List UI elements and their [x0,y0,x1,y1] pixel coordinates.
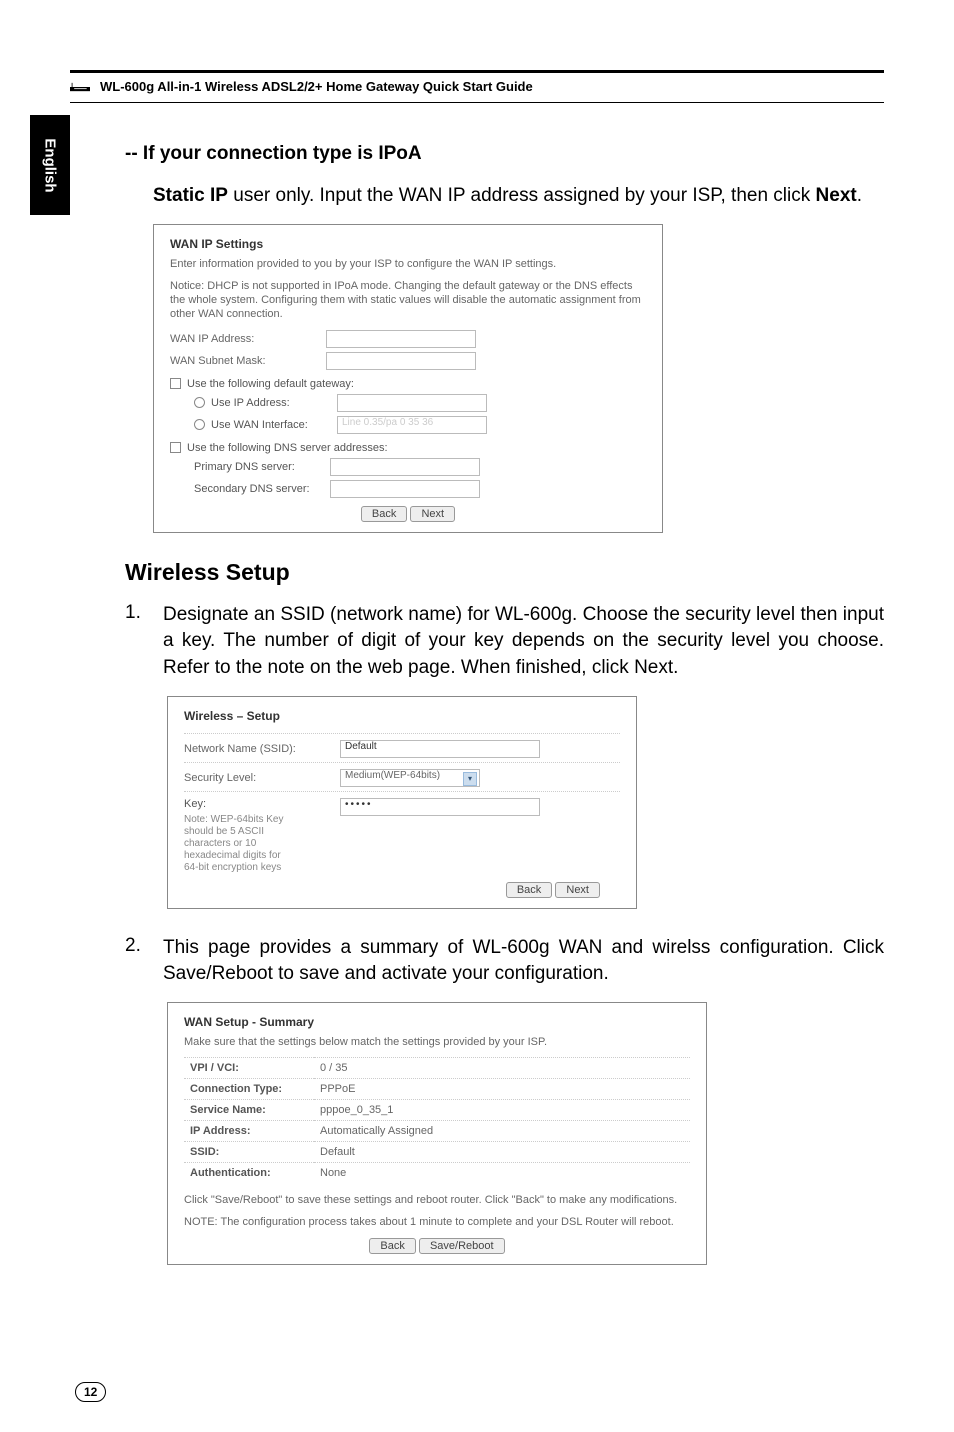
wireless-setup-screenshot: Wireless – Setup Network Name (SSID): De… [167,696,637,909]
shot1-next-button[interactable]: Next [410,506,455,522]
ipoa-intro: Static IP user only. Input the WAN IP ad… [153,183,884,210]
shot1-desc1: Enter information provided to you by you… [170,257,646,271]
shot1-desc2: Notice: DHCP is not supported in IPoA mo… [170,279,646,322]
shot3-foot1: Click "Save/Reboot" to save these settin… [184,1193,690,1207]
security-level-select[interactable]: Medium(WEP-64bits) ▾ [340,769,480,787]
wireless-step-2: 2. This page provides a summary of WL-60… [125,935,884,988]
save-reboot-bold: Save/Reboot [163,963,273,984]
shot3-back-button[interactable]: Back [369,1238,415,1254]
dns-servers-label: Use the following DNS server addresses: [187,442,388,454]
default-gateway-checkbox[interactable] [170,378,181,389]
table-row: Authentication:None [184,1163,690,1184]
use-ip-label: Use IP Address: [211,397,331,409]
wan-mask-label: WAN Subnet Mask: [170,355,320,367]
table-row: IP Address:Automatically Assigned [184,1121,690,1142]
page-header-bar: WL-600g All-in-1 Wireless ADSL2/2+ Home … [70,70,884,103]
language-tab: English [30,115,70,215]
wan-mask-input[interactable] [326,352,476,370]
use-wan-radio[interactable] [194,419,205,430]
use-ip-input[interactable] [337,394,487,412]
static-ip-bold: Static IP [153,185,228,206]
key-note: Note: WEP-64bits Key should be 5 ASCII c… [184,814,284,874]
next-bold-2: Next [634,657,673,678]
wan-ip-input[interactable] [326,330,476,348]
shot2-title: Wireless – Setup [184,709,620,723]
router-icon [70,80,90,94]
shot3-title: WAN Setup - Summary [184,1015,690,1029]
summary-table: VPI / VCI:0 / 35 Connection Type:PPPoE S… [184,1057,690,1183]
ipoa-heading: -- If your connection type is IPoA [125,143,884,165]
secondary-dns-input[interactable] [330,480,480,498]
chevron-down-icon: ▾ [463,772,477,786]
shot3-save-reboot-button[interactable]: Save/Reboot [419,1238,505,1254]
list-number-2: 2. [125,935,145,988]
shot3-desc: Make sure that the settings below match … [184,1035,690,1049]
wan-ip-settings-screenshot: WAN IP Settings Enter information provid… [153,224,663,533]
list-number-1: 1. [125,602,145,682]
shot1-title: WAN IP Settings [170,237,646,251]
secondary-dns-label: Secondary DNS server: [194,483,324,495]
primary-dns-input[interactable] [330,458,480,476]
key-label: Key: [184,798,334,810]
use-wan-label: Use WAN Interface: [211,419,331,431]
table-row: VPI / VCI:0 / 35 [184,1058,690,1079]
table-row: Service Name:pppoe_0_35_1 [184,1100,690,1121]
ssid-input[interactable]: Default [340,740,540,758]
language-tab-label: English [42,138,59,192]
header-product-title: WL-600g All-in-1 Wireless ADSL2/2+ Home … [100,79,533,94]
use-wan-input[interactable]: Line 0.35/pa 0 35 36 [337,416,487,434]
shot1-back-button[interactable]: Back [361,506,407,522]
use-ip-radio[interactable] [194,397,205,408]
dns-servers-checkbox[interactable] [170,442,181,453]
shot2-back-button[interactable]: Back [506,882,552,898]
shot3-foot2: NOTE: The configuration process takes ab… [184,1215,690,1229]
wireless-step-1: 1. Designate an SSID (network name) for … [125,602,884,682]
default-gateway-label: Use the following default gateway: [187,378,354,390]
key-input[interactable]: ••••• [340,798,540,816]
next-bold-1: Next [816,185,857,206]
shot2-next-button[interactable]: Next [555,882,600,898]
primary-dns-label: Primary DNS server: [194,461,324,473]
table-row: Connection Type:PPPoE [184,1079,690,1100]
wan-summary-screenshot: WAN Setup - Summary Make sure that the s… [167,1002,707,1265]
wireless-heading: Wireless Setup [125,559,884,586]
table-row: SSID:Default [184,1142,690,1163]
wan-ip-label: WAN IP Address: [170,333,320,345]
security-level-label: Security Level: [184,772,334,784]
page-number: 12 [75,1382,106,1402]
ssid-label: Network Name (SSID): [184,743,334,755]
